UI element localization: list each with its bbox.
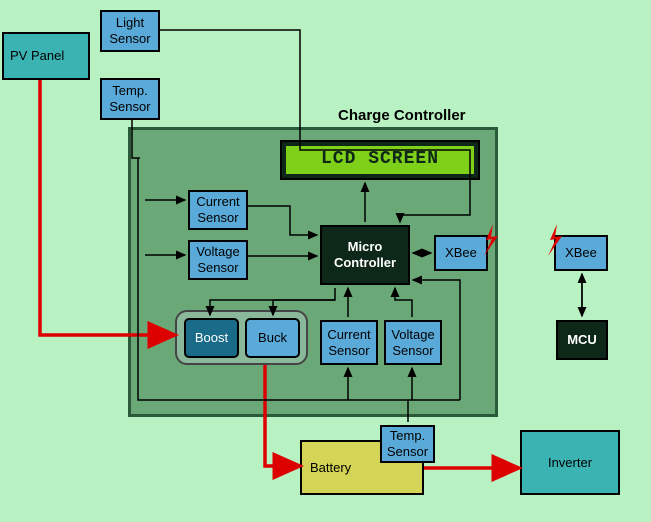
- xbee-1: XBee: [434, 235, 488, 271]
- voltage-sensor-2: Voltage Sensor: [384, 320, 442, 365]
- temp-sensor-top: Temp. Sensor: [100, 78, 160, 120]
- mcu: MCU: [556, 320, 608, 360]
- pv-panel: PV Panel: [2, 32, 90, 80]
- current-sensor-1: Current Sensor: [188, 190, 248, 230]
- buck: Buck: [245, 318, 300, 358]
- current-sensor-2: Current Sensor: [320, 320, 378, 365]
- boost: Boost: [184, 318, 239, 358]
- lcd-screen: LCD SCREEN: [286, 146, 474, 174]
- lcd-frame: LCD SCREEN: [280, 140, 480, 180]
- xbee-2: XBee: [554, 235, 608, 271]
- light-sensor: Light Sensor: [100, 10, 160, 52]
- micro-controller: Micro Controller: [320, 225, 410, 285]
- charge-controller-label: Charge Controller: [338, 107, 466, 124]
- inverter: Inverter: [520, 430, 620, 495]
- voltage-sensor-1: Voltage Sensor: [188, 240, 248, 280]
- temp-sensor-bottom: Temp. Sensor: [380, 425, 435, 463]
